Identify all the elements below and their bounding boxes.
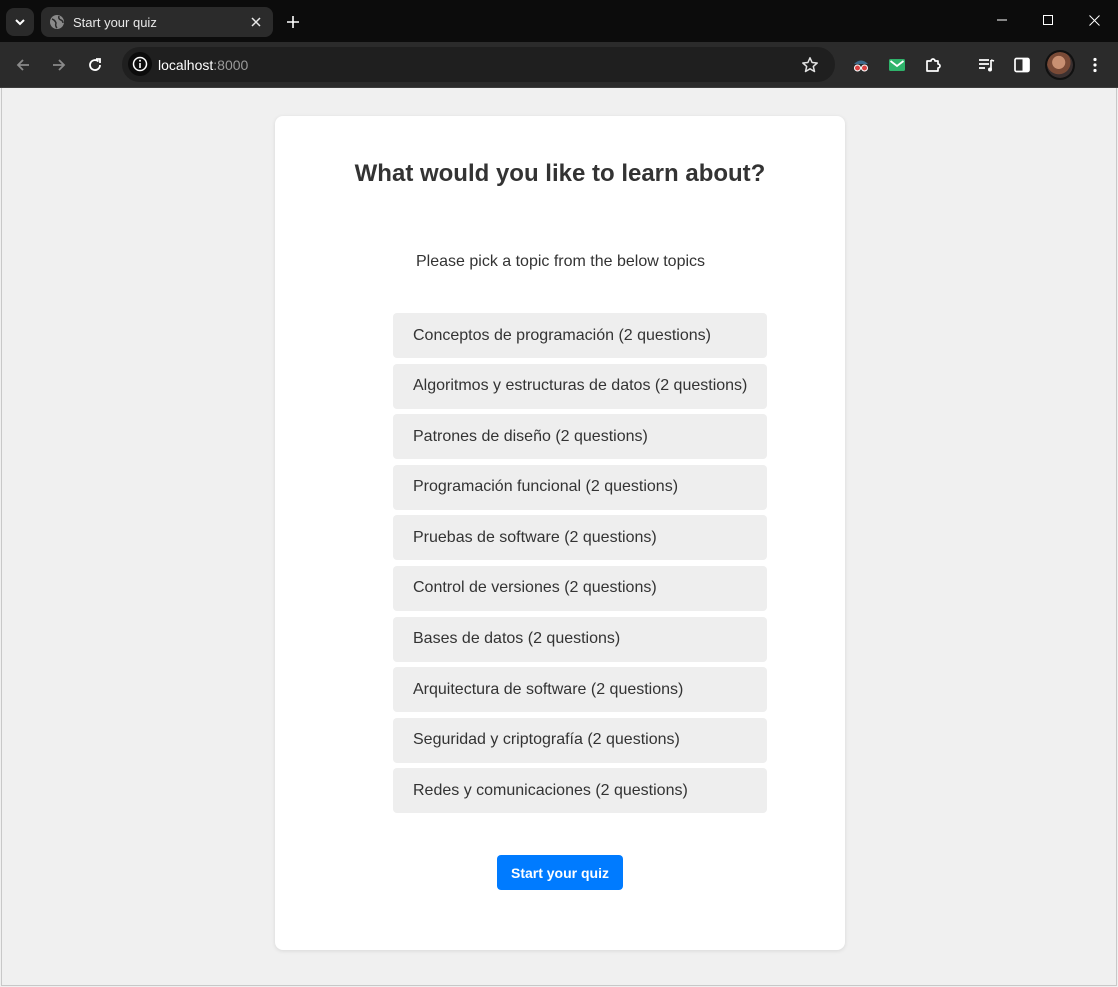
profile-avatar[interactable] <box>1045 50 1075 80</box>
spy-extension-icon <box>854 60 868 72</box>
mail-extension-button[interactable] <box>885 53 909 77</box>
new-tab-button[interactable] <box>281 10 305 34</box>
media-control-icon <box>979 59 995 72</box>
mail-extension-icon <box>889 59 905 71</box>
start-quiz-button[interactable]: Start your quiz <box>497 855 623 890</box>
forward-button[interactable] <box>45 51 73 79</box>
back-button[interactable] <box>9 51 37 79</box>
reload-button[interactable] <box>81 51 109 79</box>
extensions-button[interactable] <box>921 53 945 77</box>
topic-instructions: Please pick a topic from the below topic… <box>416 253 706 270</box>
media-control-button[interactable] <box>975 53 999 77</box>
browser-tab[interactable]: Start your quiz <box>41 7 273 37</box>
address-bar[interactable]: localhost:8000 <box>122 47 835 82</box>
url-text[interactable]: localhost:8000 <box>158 57 248 73</box>
spy-extension-button[interactable] <box>849 53 873 77</box>
topic-option[interactable]: Bases de datos (2 questions) <box>393 616 767 662</box>
reload-icon <box>89 58 101 71</box>
close-icon[interactable] <box>247 13 265 31</box>
bookmark-button[interactable] <box>800 55 820 75</box>
minimize-icon <box>997 19 1007 21</box>
plus-icon <box>287 16 299 28</box>
kebab-menu-icon <box>1093 57 1097 73</box>
close-window-button[interactable] <box>1071 0 1117 40</box>
arrow-left-icon <box>16 59 29 71</box>
url-host: localhost <box>158 57 214 73</box>
page-title: What would you like to learn about? <box>354 160 766 187</box>
maximize-icon <box>1043 15 1053 25</box>
topic-option[interactable]: Patrones de diseño (2 questions) <box>393 414 767 460</box>
topic-option[interactable]: Pruebas de software (2 questions) <box>393 515 767 561</box>
avatar <box>1047 52 1073 78</box>
star-icon <box>802 57 818 73</box>
topic-option[interactable]: Arquitectura de software (2 questions) <box>393 667 767 713</box>
quiz-card: What would you like to learn about? Plea… <box>275 116 845 950</box>
chevron-down-icon <box>15 19 25 26</box>
topic-option[interactable]: Redes y comunicaciones (2 questions) <box>393 768 767 814</box>
minimize-button[interactable] <box>979 0 1025 40</box>
topic-option[interactable]: Algoritmos y estructuras de datos (2 que… <box>393 363 767 409</box>
browser-titlebar: Start your quiz <box>0 0 1118 42</box>
tab-search-button[interactable] <box>6 8 34 36</box>
browser-menu-button[interactable] <box>1083 53 1107 77</box>
topic-option[interactable]: Control de versiones (2 questions) <box>393 565 767 611</box>
site-info-button[interactable] <box>128 52 152 76</box>
page-viewport: What would you like to learn about? Plea… <box>1 88 1117 986</box>
puzzle-icon <box>926 58 941 72</box>
info-icon <box>132 56 148 72</box>
topic-option[interactable]: Seguridad y criptografía (2 questions) <box>393 717 767 763</box>
side-panel-icon <box>1014 57 1030 73</box>
arrow-right-icon <box>53 59 66 71</box>
tab-title: Start your quiz <box>73 14 157 30</box>
close-icon <box>1088 14 1100 26</box>
topic-list: Conceptos de programación (2 questions) A… <box>393 313 767 819</box>
browser-toolbar: localhost:8000 <box>0 42 1118 88</box>
url-port: :8000 <box>213 57 249 73</box>
side-panel-button[interactable] <box>1010 53 1034 77</box>
globe-icon <box>49 14 65 30</box>
maximize-button[interactable] <box>1025 0 1071 40</box>
topic-option[interactable]: Conceptos de programación (2 questions) <box>393 313 767 358</box>
topic-option[interactable]: Programación funcional (2 questions) <box>393 464 767 510</box>
